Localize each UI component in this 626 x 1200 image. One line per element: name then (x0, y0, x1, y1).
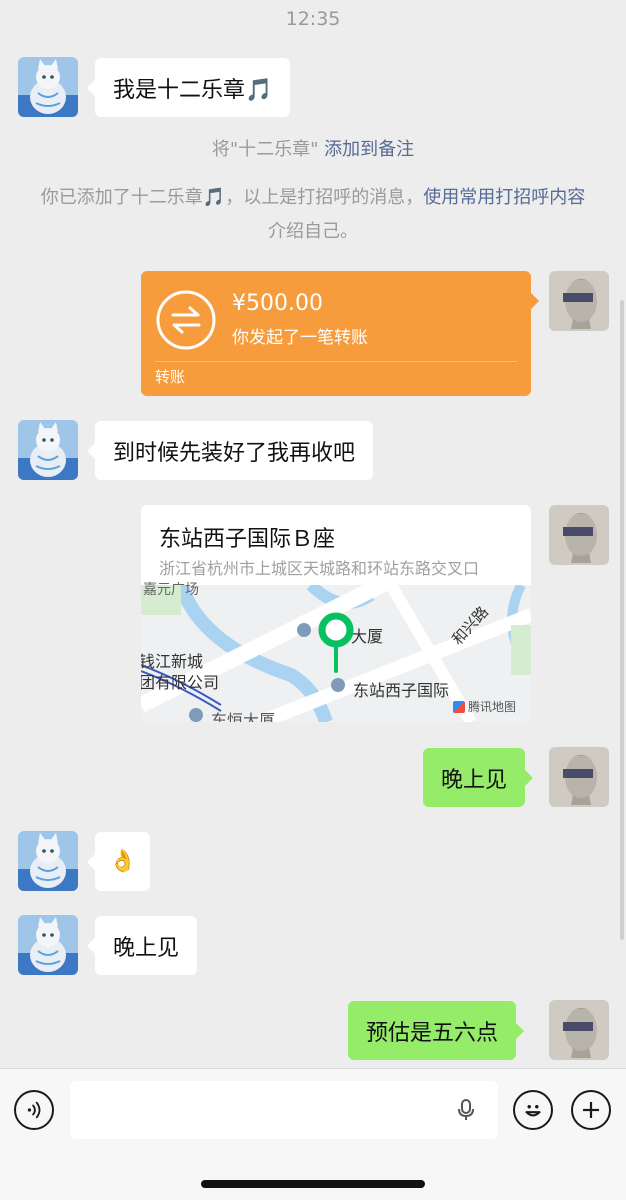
tencent-map-logo-icon (453, 700, 465, 713)
message-bubble-incoming[interactable]: 晚上见 (86, 916, 198, 975)
self-avatar[interactable] (549, 747, 609, 807)
emoji-icon (525, 1105, 541, 1117)
message-text: 晚上见 (441, 767, 508, 793)
message-text: 预估是五六点 (366, 1020, 499, 1046)
statue-avatar-image (549, 747, 609, 807)
contact-avatar[interactable] (18, 57, 78, 117)
location-map[interactable]: 嘉元广场 大厦 和兴路 钱江新城 团有限公司 东站西子国际 东恒大厦 腾讯地图 (141, 582, 531, 722)
home-indicator[interactable] (201, 1180, 425, 1188)
contact-avatar[interactable] (18, 420, 78, 480)
system-text: 你已添加了十二乐章🎵，以上是打招呼的消息， (40, 187, 424, 208)
scrollbar[interactable] (620, 300, 624, 940)
self-avatar[interactable] (549, 505, 609, 565)
system-text: 将"十二乐章" (211, 139, 325, 160)
common-greeting-link[interactable]: 使用常用打招呼内容 (423, 187, 585, 208)
transfer-divider (155, 361, 517, 362)
emoji-button[interactable] (513, 1090, 553, 1130)
map-provider-label: 腾讯地图 (453, 698, 516, 715)
message-bubble-incoming[interactable]: 我是十二乐章🎵 (86, 58, 291, 117)
mic-icon[interactable] (454, 1098, 478, 1122)
location-address: 浙江省杭州市上城区天城路和环站东路交叉口 (159, 559, 480, 578)
statue-avatar-image (549, 505, 609, 565)
transfer-arrows-icon (155, 289, 217, 351)
transfer-description: 你发起了一笔转账 (232, 328, 368, 348)
cat-avatar-image (18, 831, 78, 891)
message-bubble-outgoing[interactable]: 预估是五六点 (348, 1001, 525, 1060)
message-bubble-incoming[interactable]: 👌 (86, 832, 151, 891)
map-label: 东站西子国际 (353, 681, 450, 700)
message-text: 晚上见 (113, 935, 180, 961)
contact-avatar[interactable] (18, 831, 78, 891)
message-input[interactable] (70, 1081, 498, 1139)
ok-hand-emoji: 👌 (109, 849, 137, 874)
statue-avatar-image (549, 271, 609, 331)
add-more-button[interactable] (571, 1090, 611, 1130)
contact-avatar[interactable] (18, 915, 78, 975)
location-card[interactable]: 东站西子国际Ｂ座 浙江省杭州市上城区天城路和环站东路交叉口 嘉元广场 大厦 和兴… (141, 505, 531, 722)
location-name: 东站西子国际Ｂ座 (159, 527, 336, 552)
transfer-card[interactable]: ¥500.00 你发起了一笔转账 转账 (141, 271, 539, 396)
map-label: 东恒大厦 (211, 711, 276, 722)
statue-avatar-image (549, 1000, 609, 1060)
self-avatar[interactable] (549, 1000, 609, 1060)
system-added-notice: 你已添加了十二乐章🎵，以上是打招呼的消息，使用常用打招呼内容介绍自己。 (40, 181, 586, 249)
status-time: 12:35 (285, 8, 341, 30)
system-remark-notice: 将"十二乐章" 添加到备注 (40, 133, 586, 167)
message-bubble-incoming[interactable]: 到时候先装好了我再收吧 (86, 421, 374, 480)
system-text: 介绍自己。 (268, 221, 358, 242)
map-label: 大厦 (351, 627, 384, 646)
cat-avatar-image (18, 420, 78, 480)
map-pin-icon (318, 612, 354, 674)
plus-icon (583, 1102, 599, 1118)
voice-toggle-button[interactable] (14, 1090, 54, 1130)
cat-avatar-image (18, 57, 78, 117)
self-avatar[interactable] (549, 271, 609, 331)
message-text: 我是十二乐章🎵 (113, 77, 273, 103)
add-remark-link[interactable]: 添加到备注 (324, 139, 414, 160)
map-label: 团有限公司 (141, 673, 220, 692)
message-text: 到时候先装好了我再收吧 (113, 440, 356, 466)
map-provider-text: 腾讯地图 (468, 700, 517, 714)
cat-avatar-image (18, 915, 78, 975)
message-bubble-outgoing[interactable]: 晚上见 (423, 748, 534, 807)
map-label: 嘉元广场 (143, 582, 199, 598)
transfer-amount: ¥500.00 (232, 291, 323, 316)
transfer-footer-label: 转账 (155, 368, 186, 386)
voice-icon (27, 1101, 41, 1119)
